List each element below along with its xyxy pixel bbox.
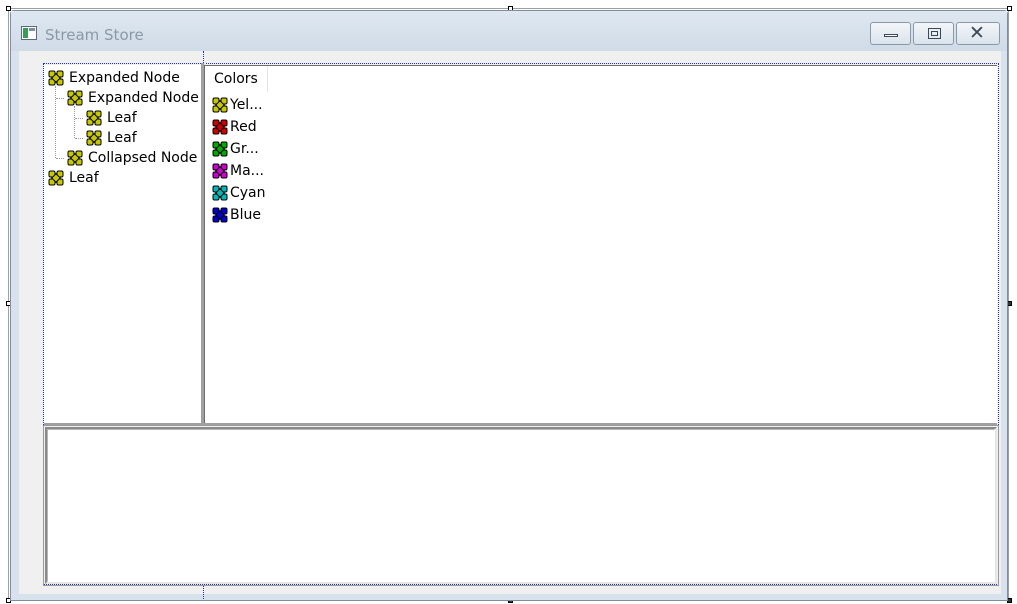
minimize-icon (884, 34, 898, 37)
node-icon (48, 70, 64, 86)
list-item-label: Yel... (230, 97, 263, 113)
tree-line (56, 158, 64, 159)
app-icon (21, 26, 37, 40)
column-header-colors[interactable]: Colors (205, 66, 268, 92)
close-icon: ✕ (969, 22, 985, 44)
tree-item-label: Leaf (107, 130, 137, 146)
close-button[interactable]: ✕ (956, 22, 1000, 45)
output-text-box[interactable] (45, 427, 997, 584)
list-item-label: Ma... (230, 163, 265, 179)
tree-line (55, 86, 56, 158)
tree-item-label: Expanded Node (88, 90, 199, 106)
title-bar[interactable]: Stream Store ✕ (11, 11, 1007, 51)
tree-line (75, 138, 83, 139)
cyan-icon (212, 185, 228, 201)
main-window: Stream Store ✕ Expanded Node Expanded No… (10, 10, 1008, 601)
leaf-icon (48, 170, 64, 186)
client-area: Expanded Node Expanded Node Leaf Leaf Co… (19, 51, 1001, 599)
leaf-icon (86, 110, 102, 126)
tree-line (56, 98, 64, 99)
tree-item-label: Leaf (107, 110, 137, 126)
node-icon (67, 150, 83, 166)
green-icon (212, 141, 228, 157)
maximize-button[interactable] (913, 22, 954, 45)
tree-line (75, 118, 83, 119)
window-title: Stream Store (45, 26, 144, 44)
yellow-icon (212, 97, 228, 113)
list-item-label: Red (230, 119, 257, 135)
blue-icon (212, 207, 228, 223)
tree-item-label: Expanded Node (69, 70, 180, 86)
list-view[interactable]: Colors Yel... Red Gr... Ma... Cyan Blue (204, 65, 997, 423)
tree-item-label: Leaf (69, 170, 99, 186)
tree-line (74, 106, 75, 138)
list-item-label: Blue (230, 207, 261, 223)
minimize-button[interactable] (870, 22, 911, 45)
list-item-label: Cyan (230, 185, 266, 201)
list-item-label: Gr... (230, 141, 259, 157)
resize-handle-top-right[interactable] (1007, 6, 1012, 11)
magenta-icon (212, 163, 228, 179)
maximize-icon (928, 28, 941, 39)
layout-guide (203, 585, 204, 599)
node-icon (67, 90, 83, 106)
tree-item-label: Collapsed Node (88, 150, 198, 166)
leaf-icon (86, 130, 102, 146)
layout-guide (43, 63, 999, 64)
red-icon (212, 119, 228, 135)
tree-view[interactable]: Expanded Node Expanded Node Leaf Leaf Co… (44, 65, 202, 424)
layout-guide (203, 51, 204, 63)
